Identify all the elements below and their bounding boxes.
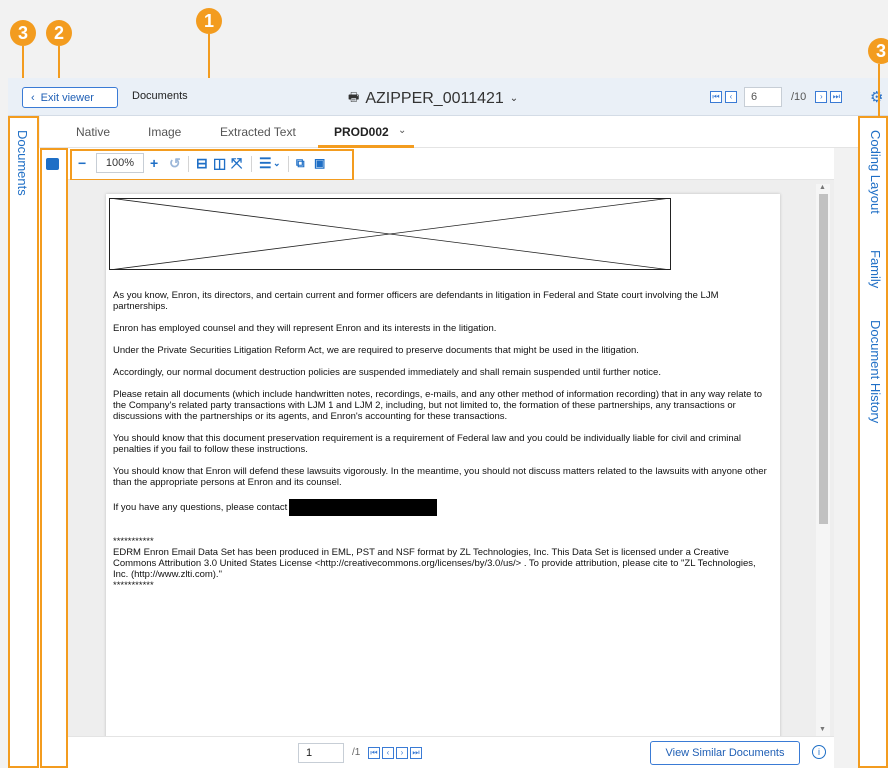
viewer-header: ‹ Exit viewer Documents 🖶 AZIPPER_001142… [8,78,888,116]
document-text: As you know, Enron, its directors, and c… [113,290,773,591]
tab-family[interactable]: Family [868,250,883,288]
paragraph: You should know that this document prese… [113,433,742,455]
tab-coding-layout[interactable]: Coding Layout [868,130,883,214]
document-viewer[interactable]: As you know, Enron, its directors, and c… [68,180,834,754]
paragraph: As you know, Enron, its directors, and c… [113,290,719,312]
image-placeholder [109,198,671,270]
document-title-dropdown[interactable]: 🖶 AZIPPER_0011421 ⌄ [348,88,518,109]
right-pane: Coding Layout Family Document History [858,116,888,768]
footnote: *********** EDRM Enron Email Data Set ha… [113,536,773,591]
thumbnail-pane[interactable] [39,148,67,768]
callout-line-3-right [878,64,880,116]
zoom-out-icon[interactable]: − [78,154,86,172]
page-number-input[interactable]: 1 [298,743,344,763]
gear-icon[interactable]: ⚙ [870,88,883,106]
scrollbar-thumb[interactable] [819,194,828,524]
chevron-down-icon[interactable]: ⌄ [273,154,281,172]
scroll-down-icon[interactable]: ▼ [819,726,826,733]
next-document-button[interactable]: › [815,91,828,103]
tab-extracted-text[interactable]: Extracted Text [220,125,296,139]
last-document-button[interactable]: ⏭ [830,91,843,103]
save-image-icon[interactable]: ▣ [314,154,325,172]
zoom-level-input[interactable]: 100% [96,153,144,173]
viewer-scrollbar[interactable]: ▲ ▼ [816,184,830,740]
page-nav-buttons: ⏮ ‹ › ⏭ [368,747,422,759]
paragraph: Accordingly, our normal document destruc… [113,367,661,378]
callout-3-left: 3 [10,20,36,46]
tab-native[interactable]: Native [76,125,110,139]
info-icon[interactable]: i [812,745,826,759]
documents-pane[interactable]: Documents [8,116,38,768]
contact-paragraph: If you have any questions, please contac… [113,499,773,516]
toolbar-divider [288,156,289,172]
page-navigation-bar: 1 /1 ⏮ ‹ › ⏭ View Similar Documents i [68,736,834,768]
scroll-up-icon[interactable]: ▲ [819,184,826,191]
document-page: As you know, Enron, its directors, and c… [106,194,780,754]
footnote-text: EDRM Enron Email Data Set has been produ… [113,547,756,580]
callout-1: 1 [196,8,222,34]
paragraph: Enron has employed counsel and they will… [113,323,497,334]
image-toolbar: − 100% + ↺ ⊟ ◫ ⤧ ☰ ⌄ ⧉ ▣ [68,148,834,180]
paragraph: Under the Private Securities Litigation … [113,345,639,356]
document-total: /10 [791,91,807,103]
first-document-button[interactable]: ⏮ [710,91,722,103]
document-number-input[interactable]: 6 [744,87,782,107]
paragraph: Please retain all documents (which inclu… [113,389,762,422]
callout-2: 2 [46,20,72,46]
chevron-left-icon: ‹ [31,91,35,104]
document-icon: 🖶 [348,90,360,104]
image-icon[interactable] [46,158,59,170]
tab-document-history[interactable]: Document History [868,320,883,423]
view-similar-documents-button[interactable]: View Similar Documents [650,741,800,765]
documents-pane-label: Documents [15,130,30,196]
chevron-down-icon: ⌄ [509,93,519,104]
paragraph: You should know that Enron will defend t… [113,466,767,488]
copy-image-icon[interactable]: ⧉ [296,154,305,172]
page-layout-icon[interactable]: ☰ [259,154,272,172]
fullscreen-icon[interactable]: ⤧ [231,154,242,172]
document-pager: ⏮ ‹ 6 /10 › ⏭ [710,87,843,107]
toolbar-divider [251,156,252,172]
last-page-button[interactable]: ⏭ [410,747,422,759]
previous-page-button[interactable]: ‹ [382,747,394,759]
redaction-box [289,499,438,516]
stars-bottom: *********** [113,580,154,591]
exit-viewer-button[interactable]: ‹ Exit viewer [22,87,118,108]
callout-3-right: 3 [868,38,888,64]
rotate-icon[interactable]: ↺ [169,154,181,172]
fit-width-icon[interactable]: ⊟ [196,154,208,172]
page-total: /1 [352,747,361,758]
fit-page-icon[interactable]: ◫ [213,154,226,172]
previous-document-button[interactable]: ‹ [725,91,737,103]
exit-viewer-label: Exit viewer [40,91,94,104]
tab-image[interactable]: Image [148,125,181,139]
first-page-button[interactable]: ⏮ [368,747,380,759]
stars-top: *********** [113,536,154,547]
zoom-in-icon[interactable]: + [150,154,158,172]
toolbar-divider [188,156,189,172]
document-title: AZIPPER_0011421 [365,89,504,107]
viewer-tabs: Native Image Extracted Text PROD002 ⌄ [40,116,858,148]
tab-prod002[interactable]: PROD002 [334,125,389,139]
contact-text: If you have any questions, please contac… [113,502,288,514]
documents-breadcrumb[interactable]: Documents [132,90,188,102]
next-page-button[interactable]: › [396,747,408,759]
chevron-down-icon[interactable]: ⌄ [398,125,406,136]
